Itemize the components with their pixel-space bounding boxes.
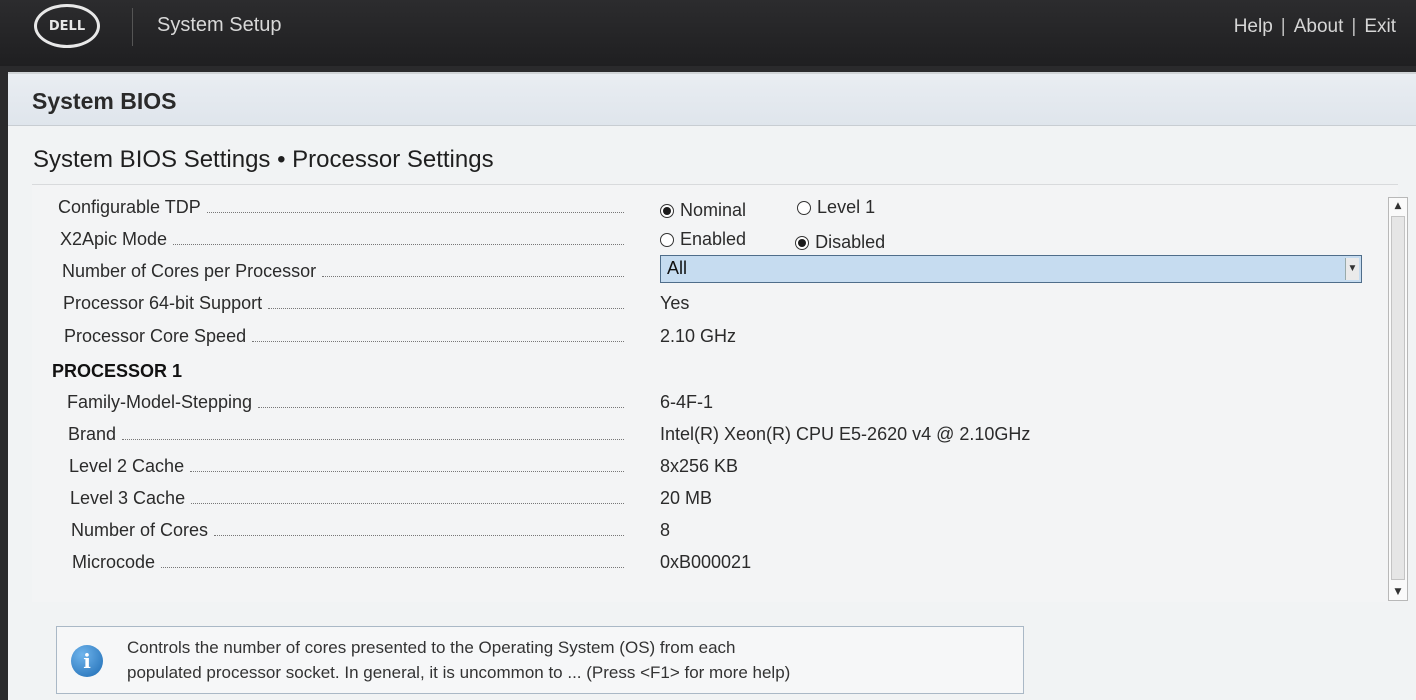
- radio-unselected-icon: [660, 232, 674, 247]
- info-label: Level 2 Cache: [69, 456, 185, 476]
- setting-value: Yes: [660, 293, 690, 313]
- radio-selected-icon: [795, 235, 810, 250]
- info-label: Number of Cores: [71, 520, 209, 540]
- section-heading-processor-1: PROCESSOR 1: [52, 361, 183, 381]
- setting-row-core-speed: Processor Core Speed 2.10 GHz: [32, 322, 1392, 352]
- exit-link[interactable]: Exit: [1364, 16, 1396, 38]
- panel-title-bar: System BIOS: [8, 74, 1416, 126]
- radio-nominal[interactable]: Nominal: [660, 200, 746, 221]
- radio-disabled[interactable]: Disabled: [795, 232, 885, 253]
- radio-label: Nominal: [680, 200, 747, 220]
- help-link[interactable]: Help: [1234, 16, 1273, 38]
- app-title: System Setup: [157, 14, 282, 36]
- info-row-level-2-cache: Level 2 Cache 8x256 KB: [32, 452, 1392, 482]
- cores-per-processor-select[interactable]: All ▼: [660, 255, 1362, 283]
- link-separator: |: [1351, 16, 1357, 37]
- radio-label: Disabled: [815, 232, 886, 252]
- info-row-family-model-stepping: Family-Model-Stepping 6-4F-1: [32, 388, 1392, 418]
- leader-dots: [258, 407, 624, 408]
- dropdown-arrow-icon[interactable]: ▼: [1345, 258, 1359, 280]
- scroll-down-arrow-icon[interactable]: ▼: [1389, 584, 1407, 600]
- scroll-up-arrow-icon[interactable]: ▲: [1389, 198, 1407, 214]
- info-icon: i: [71, 645, 103, 677]
- leader-dots: [190, 471, 624, 472]
- header-divider: [132, 8, 133, 46]
- info-value: 8: [660, 520, 671, 540]
- dell-logo: DELL: [34, 4, 100, 48]
- setting-label: Processor Core Speed: [64, 326, 247, 346]
- setting-label: Number of Cores per Processor: [62, 261, 317, 281]
- setting-row-configurable-tdp: Configurable TDP Nominal Level 1: [32, 193, 1392, 223]
- leader-dots: [173, 244, 624, 245]
- info-value: 0xB000021: [660, 552, 752, 572]
- help-text: Controls the number of cores presented t…: [127, 635, 1007, 685]
- info-value: 20 MB: [660, 488, 713, 508]
- header-links: Help | About | Exit: [1234, 16, 1396, 38]
- link-separator: |: [1280, 16, 1286, 37]
- radio-enabled[interactable]: Enabled: [660, 229, 746, 250]
- info-row-microcode: Microcode 0xB000021: [32, 548, 1392, 578]
- info-label: Level 3 Cache: [70, 488, 186, 508]
- info-row-level-3-cache: Level 3 Cache 20 MB: [32, 484, 1392, 514]
- leader-dots: [161, 567, 624, 568]
- leader-dots: [191, 503, 624, 504]
- info-value: Intel(R) Xeon(R) CPU E5-2620 v4 @ 2.10GH…: [660, 424, 1031, 444]
- vertical-scrollbar[interactable]: ▲ ▼: [1388, 197, 1408, 601]
- x2apic-radio-group: Enabled Disabled: [660, 229, 931, 253]
- setting-label: Processor 64-bit Support: [63, 293, 263, 313]
- info-row-brand: Brand Intel(R) Xeon(R) CPU E5-2620 v4 @ …: [32, 420, 1392, 450]
- help-text-line-1: Controls the number of cores presented t…: [127, 638, 736, 657]
- radio-label: Enabled: [680, 229, 747, 249]
- setting-label: X2Apic Mode: [60, 229, 168, 249]
- info-row-number-of-cores: Number of Cores 8: [32, 516, 1392, 546]
- info-label: Microcode: [72, 552, 156, 572]
- leader-dots: [322, 276, 624, 277]
- radio-unselected-icon: [797, 200, 812, 215]
- scrollbar-thumb[interactable]: [1391, 216, 1405, 580]
- tdp-radio-group: Nominal Level 1: [660, 197, 921, 221]
- setting-row-x2apic-mode: X2Apic Mode Enabled Disabled: [32, 225, 1392, 255]
- help-info-box: i Controls the number of cores presented…: [56, 626, 1024, 694]
- panel-title: System BIOS: [32, 88, 177, 114]
- info-value: 6-4F-1: [660, 392, 714, 412]
- help-text-line-2: populated processor socket. In general, …: [127, 663, 791, 682]
- setting-row-cores-per-processor: Number of Cores per Processor All ▼: [32, 255, 1392, 287]
- leader-dots: [206, 212, 624, 213]
- main-panel: System BIOS System BIOS Settings • Proce…: [8, 72, 1416, 700]
- setting-label: Configurable TDP: [58, 197, 201, 217]
- setting-row-64bit-support: Processor 64-bit Support Yes: [32, 289, 1392, 319]
- select-value: All: [667, 258, 688, 278]
- breadcrumb: System BIOS Settings • Processor Setting…: [33, 146, 494, 173]
- info-value: 8x256 KB: [660, 456, 739, 476]
- radio-label: Level 1: [817, 197, 876, 217]
- leader-dots: [122, 439, 624, 440]
- radio-level-1[interactable]: Level 1: [797, 197, 875, 218]
- info-label: Brand: [68, 424, 117, 444]
- radio-selected-icon: [660, 203, 674, 218]
- leader-dots: [252, 341, 624, 342]
- setting-value: 2.10 GHz: [660, 326, 737, 346]
- leader-dots: [214, 535, 624, 536]
- leader-dots: [268, 308, 624, 309]
- info-label: Family-Model-Stepping: [67, 392, 253, 412]
- about-link[interactable]: About: [1294, 16, 1344, 38]
- top-header-bar: DELL System Setup Help | About | Exit: [0, 0, 1416, 66]
- settings-content: Configurable TDP Nominal Level 1 X2Apic …: [32, 184, 1408, 602]
